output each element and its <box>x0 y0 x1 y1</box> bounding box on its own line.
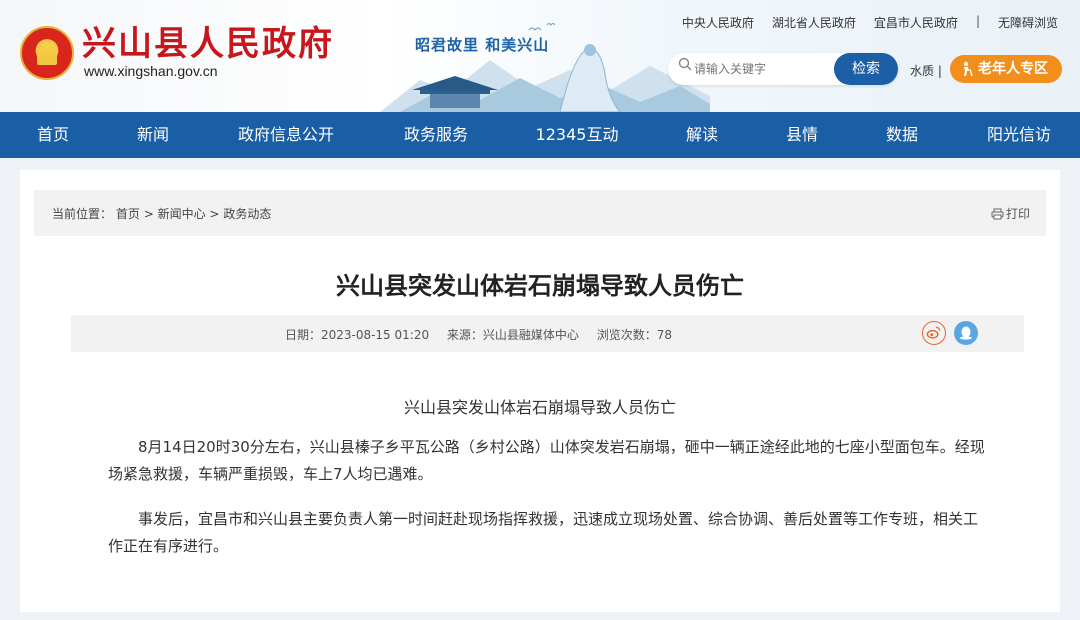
article-views: 浏览次数：78 <box>596 328 673 342</box>
breadcrumb-news-center[interactable]: 新闻中心 <box>158 207 206 221</box>
elder-person-icon <box>963 61 973 77</box>
article-meta: 日期：2023-08-15 01:20 来源：兴山县融媒体中心 浏览次数：78 <box>71 326 886 343</box>
link-hubei-government[interactable]: 湖北省人民政府 <box>772 14 856 31</box>
elder-zone-button[interactable]: 老年人专区 <box>950 55 1062 83</box>
breadcrumb-home[interactable]: 首页 <box>116 207 140 221</box>
breadcrumb-separator: > <box>209 207 220 221</box>
slogan: 昭君故里 和美兴山 <box>415 36 550 54</box>
breadcrumb-gov-news[interactable]: 政务动态 <box>223 207 271 221</box>
article-subtitle: 兴山县突发山体岩石崩塌导致人员伤亡 <box>403 398 676 417</box>
article-source: 来源：兴山县融媒体中心 <box>446 328 579 342</box>
nav-item-county-info[interactable]: 县情 <box>786 112 818 158</box>
search-button[interactable]: 检索 <box>834 53 898 85</box>
nav-item-services[interactable]: 政务服务 <box>404 112 468 158</box>
weibo-share-icon[interactable] <box>922 321 946 345</box>
article-paragraph: 8月14日20时30分左右，兴山县榛子乡平瓦公路（乡村公路）山体突发岩石崩塌，砸… <box>108 438 985 483</box>
nav-item-12345[interactable]: 12345互动 <box>536 112 619 158</box>
link-accessibility[interactable]: 无障碍浏览 <box>998 14 1058 31</box>
water-quality-link[interactable]: 水质 <box>910 64 934 78</box>
site-url: www.xingshan.gov.cn <box>84 63 218 79</box>
nav-item-news[interactable]: 新闻 <box>137 112 169 158</box>
elder-zone-label: 老年人专区 <box>978 61 1048 77</box>
nav-item-petition[interactable]: 阳光信访 <box>987 112 1051 158</box>
breadcrumb-bar: 当前位置： 首页 > 新闻中心 > 政务动态 打印 <box>34 190 1046 236</box>
link-central-government[interactable]: 中央人民政府 <box>682 14 754 31</box>
printer-icon <box>991 208 1004 220</box>
top-links-separator: | <box>975 14 980 28</box>
nav-item-gov-info[interactable]: 政府信息公开 <box>238 112 334 158</box>
nav-item-interpretation[interactable]: 解读 <box>686 112 718 158</box>
article-date: 日期：2023-08-15 01:20 <box>284 328 430 342</box>
site-title[interactable]: 兴山县人民政府 <box>82 24 334 64</box>
article-title: 兴山县突发山体岩石崩塌导致人员伤亡 <box>336 272 744 300</box>
nav-item-data[interactable]: 数据 <box>886 112 918 158</box>
nav-item-home[interactable]: 首页 <box>37 112 69 158</box>
breadcrumb: 当前位置： 首页 > 新闻中心 > 政务动态 <box>52 205 271 222</box>
search-icon <box>678 57 692 71</box>
link-yichang-government[interactable]: 宜昌市人民政府 <box>874 14 958 31</box>
qq-share-icon[interactable] <box>954 321 978 345</box>
main-nav: 首页 新闻 政府信息公开 政务服务 12345互动 解读 县情 数据 阳光信访 <box>0 112 1080 158</box>
top-links: 中央人民政府 湖北省人民政府 宜昌市人民政府 | 无障碍浏览 <box>682 14 1058 31</box>
search-input[interactable] <box>694 59 854 79</box>
print-button[interactable]: 打印 <box>991 205 1030 222</box>
article-meta-bar: 日期：2023-08-15 01:20 来源：兴山县融媒体中心 浏览次数：78 <box>71 315 1024 352</box>
site-header: ★ 兴山县人民政府 www.xingshan.gov.cn 昭君故里 和美兴山 … <box>0 0 1080 112</box>
breadcrumb-prefix: 当前位置： <box>52 207 113 221</box>
breadcrumb-separator: > <box>143 207 154 221</box>
print-label: 打印 <box>1005 207 1030 221</box>
article-paragraph: 事发后，宜昌市和兴山县主要负责人第一时间赶赴现场指挥救援，迅速成立现场处置、综合… <box>108 510 979 555</box>
water-quality-group: 水质 | <box>910 62 942 79</box>
article-panel: 当前位置： 首页 > 新闻中心 > 政务动态 打印 兴山县突发山体岩石崩塌导致人… <box>20 170 1060 612</box>
national-emblem-icon: ★ <box>20 26 74 80</box>
water-quality-separator: | <box>937 64 942 78</box>
